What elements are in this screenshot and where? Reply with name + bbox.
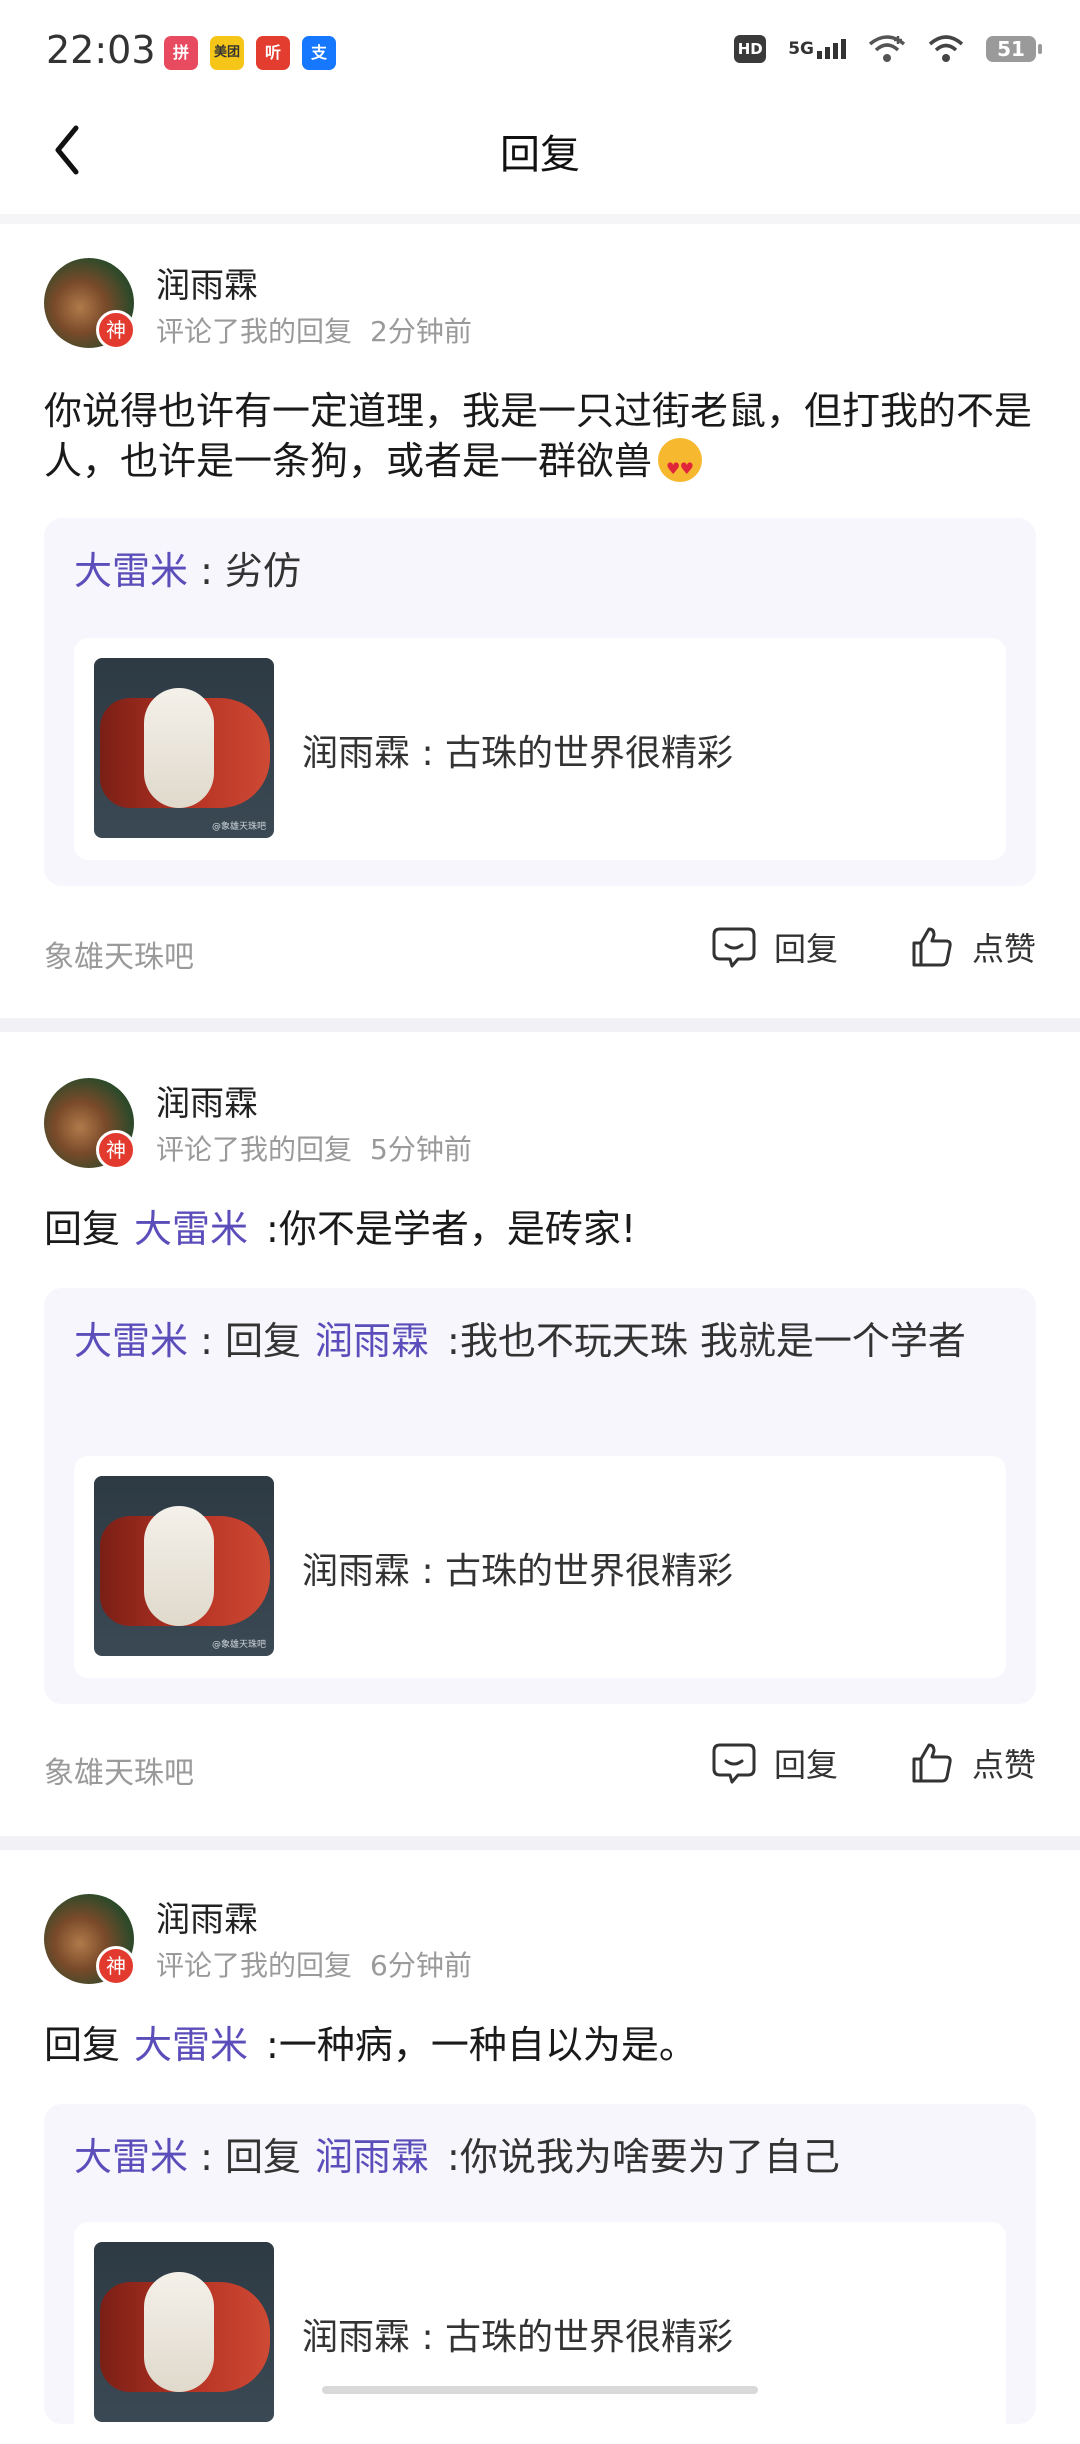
quoted-reply[interactable]: 大雷米 : 劣仿 @象雄天珠吧 润雨霖 : 古珠的世界很精彩 xyxy=(44,518,1036,886)
quoted-content: :你说我为啥要为了自己 xyxy=(447,2135,840,2179)
bead-image-highlight xyxy=(144,688,214,808)
pinduoduo-icon: 拼 xyxy=(164,36,198,70)
reply-icon xyxy=(712,927,756,968)
avatar[interactable]: 神 xyxy=(44,1894,136,1986)
quote-separator: : xyxy=(188,549,225,593)
reply-icon xyxy=(712,1743,756,1784)
post-thumbnail: @象雄天珠吧 xyxy=(94,1476,274,1656)
reply-label: 回复 xyxy=(774,930,839,968)
notification-icons: 拼 美团 听 支 xyxy=(164,36,336,70)
meituan-icon: 美团 xyxy=(210,36,244,70)
mention-link[interactable]: 润雨霖 xyxy=(315,1319,429,1363)
quoted-content: 劣仿 xyxy=(224,549,301,593)
bead-image-highlight xyxy=(144,2272,214,2392)
action-text: 评论了我的回复 xyxy=(156,1949,353,1982)
original-post-text: 润雨霖 : 古珠的世界很精彩 xyxy=(302,733,734,774)
content-text: :你不是学者，是砖家! xyxy=(266,1207,637,1251)
original-post[interactable]: 润雨霖 : 古珠的世界很精彩 xyxy=(74,2222,1006,2444)
quoted-username[interactable]: 大雷米 xyxy=(74,2135,188,2179)
thumbs-up-icon xyxy=(912,927,952,967)
thumbs-up-icon xyxy=(912,1743,952,1783)
action-text: 评论了我的回复 xyxy=(156,1133,353,1166)
quote-separator: : xyxy=(188,2135,225,2179)
mention-link[interactable]: 大雷米 xyxy=(134,2023,248,2067)
quote-separator: : xyxy=(188,1319,225,1363)
action-text: 评论了我的回复 xyxy=(156,315,353,348)
timestamp: 5分钟前 xyxy=(370,1133,472,1166)
status-bar: 22:03 拼 美团 听 支 HD 5G 51 xyxy=(0,0,1080,100)
comment-content[interactable]: 回复 大雷米 :一种病，一种自以为是。 xyxy=(44,2020,1034,2070)
wifi-icon xyxy=(928,35,964,62)
header: 回复 xyxy=(0,100,1080,200)
like-button[interactable]: 点赞 xyxy=(910,924,1036,970)
user-level-badge: 神 xyxy=(96,310,136,350)
thumbnail-watermark: @象雄天珠吧 xyxy=(211,822,266,832)
header-divider xyxy=(0,214,1080,224)
reply-button[interactable]: 回复 xyxy=(712,1740,838,1786)
quoted-username[interactable]: 大雷米 xyxy=(74,549,188,593)
card-separator xyxy=(0,1836,1080,1850)
user-level-badge: 神 xyxy=(96,1946,136,1986)
thumbnail-watermark: @象雄天珠吧 xyxy=(211,1640,266,1650)
user-level-badge: 神 xyxy=(96,1130,136,1170)
card-separator xyxy=(0,1018,1080,1032)
alipay-icon: 支 xyxy=(302,36,336,70)
hd-icon: HD xyxy=(734,35,767,63)
quoted-content: :我也不玩天珠 我就是一个学者 xyxy=(447,1319,966,1363)
original-post-text: 润雨霖 : 古珠的世界很精彩 xyxy=(302,1551,734,1592)
quoted-reply-text: 大雷米 : 回复 润雨霖 :我也不玩天珠 我就是一个学者 xyxy=(74,1318,1006,1364)
content-text: 你说得也许有一定道理，我是一只过街老鼠，但打我的不是人，也许是一条狗，或者是一群… xyxy=(44,389,1033,483)
quoted-username[interactable]: 大雷米 xyxy=(74,1319,188,1363)
bead-image-highlight xyxy=(144,1506,214,1626)
quoted-reply[interactable]: 大雷米 : 回复 润雨霖 :你说我为啥要为了自己 润雨霖 : 古珠的世界很精彩 xyxy=(44,2104,1036,2444)
notification-card[interactable]: 神 润雨霖 评论了我的回复 2分钟前 你说得也许有一定道理，我是一只过街老鼠，但打… xyxy=(0,224,1080,1014)
comment-meta: 评论了我的回复 5分钟前 xyxy=(156,1128,472,1168)
quoted-reply-text: 大雷米 : 劣仿 xyxy=(74,548,1006,594)
reply-label: 回复 xyxy=(774,1746,839,1784)
like-label: 点赞 xyxy=(972,1746,1037,1784)
reply-button[interactable]: 回复 xyxy=(712,924,838,970)
username[interactable]: 润雨霖 xyxy=(156,1076,258,1125)
reply-prefix: 回复 xyxy=(44,2023,121,2067)
post-thumbnail xyxy=(94,2242,274,2422)
quoted-reply-prefix: 回复 xyxy=(224,2135,301,2179)
status-time: 22:03 xyxy=(46,28,156,72)
page-title: 回复 xyxy=(500,132,580,178)
quoted-reply-text: 大雷米 : 回复 润雨霖 :你说我为啥要为了自己 xyxy=(74,2134,1006,2180)
original-post[interactable]: @象雄天珠吧 润雨霖 : 古珠的世界很精彩 xyxy=(74,638,1006,860)
network-type: 5G xyxy=(788,39,814,59)
original-post-text: 润雨霖 : 古珠的世界很精彩 xyxy=(302,2317,734,2358)
wifi-calling-icon xyxy=(868,35,906,62)
comment-meta: 评论了我的回复 6分钟前 xyxy=(156,1944,472,1984)
username[interactable]: 润雨霖 xyxy=(156,258,258,307)
notification-card[interactable]: 神 润雨霖 评论了我的回复 5分钟前 回复 大雷米:你不是学者，是砖家! 大雷米 :… xyxy=(0,1034,1080,1834)
comment-content[interactable]: 你说得也许有一定道理，我是一只过街老鼠，但打我的不是人，也许是一条狗，或者是一群… xyxy=(44,386,1034,494)
timestamp: 6分钟前 xyxy=(370,1949,472,1982)
mention-link[interactable]: 润雨霖 xyxy=(315,2135,429,2179)
reply-prefix: 回复 xyxy=(44,1207,121,1251)
status-indicators: HD 5G 51 xyxy=(734,34,1042,64)
signal-icon: 5G xyxy=(788,39,846,59)
original-post[interactable]: @象雄天珠吧 润雨霖 : 古珠的世界很精彩 xyxy=(74,1456,1006,1678)
forum-name[interactable]: 象雄天珠吧 xyxy=(44,932,194,976)
like-button[interactable]: 点赞 xyxy=(910,1740,1036,1786)
username[interactable]: 润雨霖 xyxy=(156,1892,258,1941)
post-thumbnail: @象雄天珠吧 xyxy=(94,658,274,838)
content-text: :一种病，一种自以为是。 xyxy=(266,2023,697,2067)
mention-link[interactable]: 大雷米 xyxy=(134,1207,248,1251)
like-label: 点赞 xyxy=(972,930,1037,968)
comment-content[interactable]: 回复 大雷米 :你不是学者，是砖家! xyxy=(44,1204,1034,1254)
ting-icon: 听 xyxy=(256,36,290,70)
home-indicator[interactable] xyxy=(322,2386,758,2394)
forum-name[interactable]: 象雄天珠吧 xyxy=(44,1748,194,1792)
avatar[interactable]: 神 xyxy=(44,1078,136,1170)
notification-card[interactable]: 神 润雨霖 评论了我的回复 6分钟前 回复 大雷米:一种病，一种自以为是。 大雷米 … xyxy=(0,1850,1080,2444)
battery-icon: 51 xyxy=(986,36,1042,62)
heart-eyes-emoji-icon xyxy=(658,438,703,494)
quoted-reply[interactable]: 大雷米 : 回复 润雨霖 :我也不玩天珠 我就是一个学者 @象雄天珠吧 润雨霖 : … xyxy=(44,1288,1036,1704)
avatar[interactable]: 神 xyxy=(44,258,136,350)
quoted-reply-prefix: 回复 xyxy=(224,1319,301,1363)
comment-meta: 评论了我的回复 2分钟前 xyxy=(156,310,472,350)
timestamp: 2分钟前 xyxy=(370,315,472,348)
